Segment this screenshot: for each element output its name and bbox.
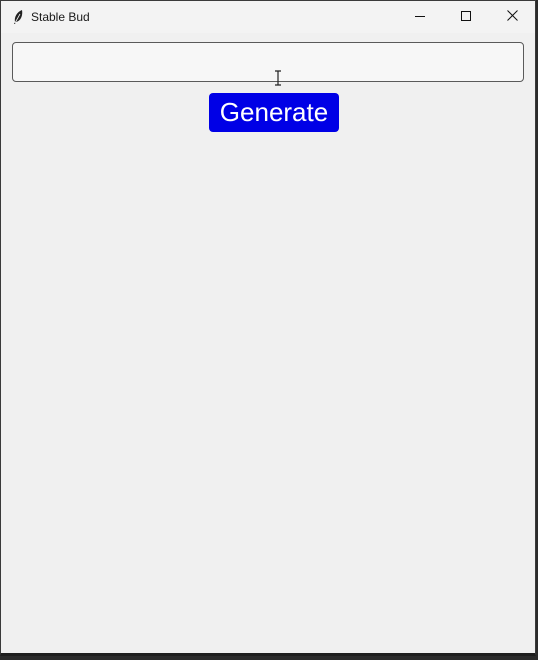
close-button[interactable] [489,1,535,33]
main-content: Generate [1,33,535,653]
minimize-button[interactable] [397,1,443,33]
close-icon [506,8,518,26]
maximize-button[interactable] [443,1,489,33]
prompt-input[interactable] [12,42,524,82]
caption-buttons [397,1,535,33]
image-output-area [12,143,524,648]
feather-icon [10,9,26,25]
text-cursor-icon [273,70,283,86]
generate-button[interactable]: Generate [209,93,339,132]
minimize-icon [415,8,425,26]
window-title: Stable Bud [31,10,90,24]
maximize-icon [461,8,471,26]
title-bar[interactable]: Stable Bud [1,1,535,33]
app-window: Stable Bud Generate [0,0,536,656]
